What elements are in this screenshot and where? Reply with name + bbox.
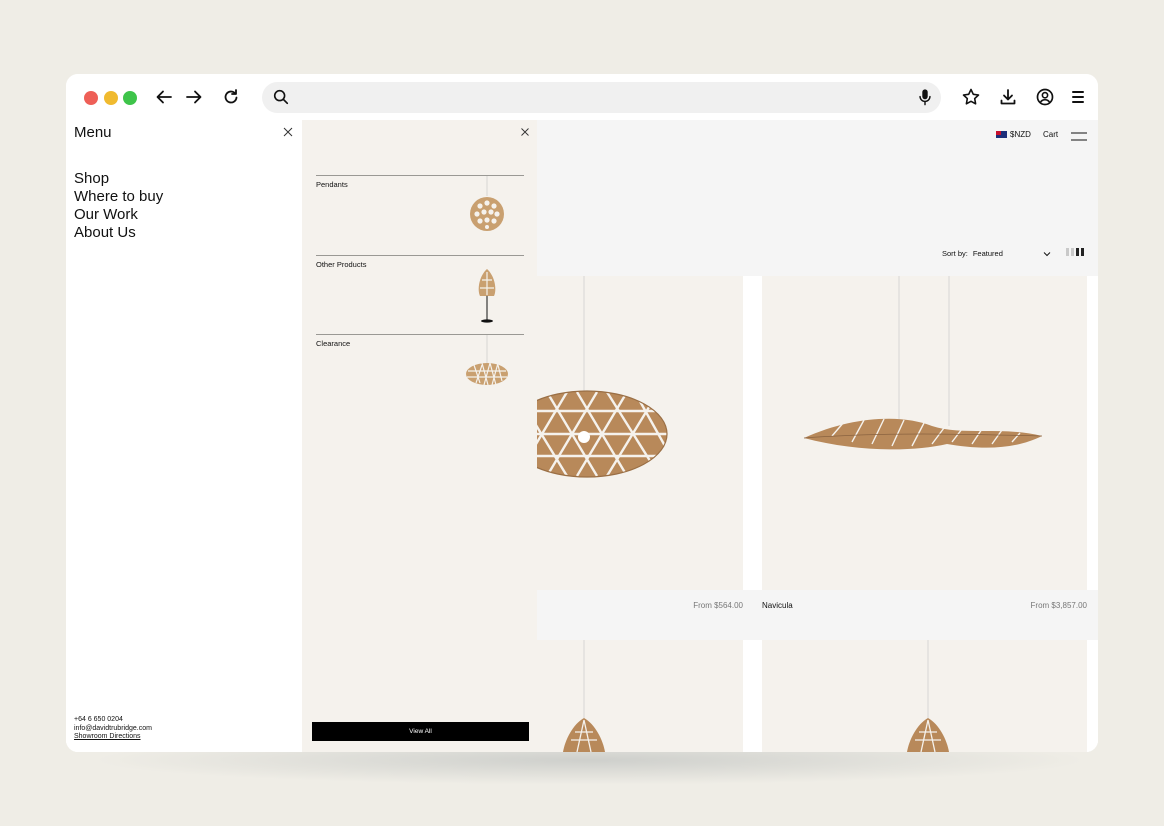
- submenu-panel: Pendants Other Products Clearance View A…: [302, 120, 537, 752]
- submenu-item-other-products[interactable]: Other Products: [316, 255, 524, 335]
- close-icon[interactable]: [282, 126, 294, 138]
- arrow-right-icon: [186, 90, 202, 104]
- submenu-item-label: Pendants: [316, 180, 348, 189]
- arrow-left-icon: [156, 90, 172, 104]
- sort-label: Sort by:: [942, 249, 968, 258]
- grid-view-toggle[interactable]: [1066, 248, 1087, 257]
- product-image[interactable]: [537, 276, 743, 590]
- page-content: Menu Shop Where to buy Our Work About Us…: [66, 120, 1098, 752]
- pendant-lamp-thumbnail: [470, 176, 504, 231]
- submenu-item-label: Clearance: [316, 339, 351, 348]
- view-all-button[interactable]: View All: [312, 722, 529, 741]
- menu-item-our-work[interactable]: Our Work: [74, 206, 163, 224]
- close-icon[interactable]: [520, 127, 530, 137]
- shop-header: $NZD Cart Sort by: Featured: [537, 120, 1098, 276]
- grid-small-icon[interactable]: [1071, 248, 1074, 256]
- chevron-down-icon[interactable]: [1043, 251, 1051, 257]
- reload-icon: [224, 89, 238, 104]
- menu-title: Menu: [74, 124, 112, 141]
- pendant-lamp-image: [563, 640, 605, 752]
- bookmark-button[interactable]: [960, 86, 982, 108]
- microphone-icon[interactable]: [917, 88, 933, 106]
- grid-small-icon[interactable]: [1066, 248, 1069, 256]
- download-icon: [1000, 89, 1016, 105]
- downloads-button[interactable]: [997, 86, 1019, 108]
- product-info-band: [537, 590, 1098, 640]
- navicula-lamp-image: [803, 276, 1043, 450]
- product-image[interactable]: [537, 640, 743, 752]
- menu-item-about-us[interactable]: About Us: [74, 224, 163, 242]
- product-price: From $3,857.00: [1030, 601, 1087, 610]
- grid-large-icon[interactable]: [1076, 248, 1079, 256]
- menu-item-where-to-buy[interactable]: Where to buy: [74, 188, 163, 206]
- submenu-item-label: Other Products: [316, 260, 367, 269]
- kina-lamp-image: [537, 276, 668, 478]
- product-image[interactable]: [762, 276, 1087, 590]
- account-icon: [1036, 88, 1054, 106]
- menu-item-shop[interactable]: Shop: [74, 170, 163, 188]
- url-input[interactable]: [298, 82, 908, 113]
- submenu-item-pendants[interactable]: Pendants: [316, 175, 524, 255]
- email-link[interactable]: info@davidtrubridge.com: [74, 725, 152, 734]
- pendant-lamp-image: [907, 640, 949, 752]
- shop-area: $NZD Cart Sort by: Featured From $564.00…: [537, 120, 1098, 752]
- showroom-directions-link[interactable]: Showroom Directions: [74, 733, 152, 742]
- product-image[interactable]: [762, 640, 1087, 752]
- currency-selector[interactable]: $NZD: [996, 130, 1031, 139]
- minimize-window-button[interactable]: [104, 91, 118, 105]
- product-price: From $564.00: [693, 601, 743, 610]
- sort-select[interactable]: Featured: [973, 249, 1043, 258]
- star-icon: [962, 88, 980, 105]
- cart-link[interactable]: Cart: [1043, 130, 1058, 139]
- product-name[interactable]: Navicula: [762, 601, 793, 610]
- reload-button[interactable]: [220, 86, 242, 108]
- browser-toolbar: [66, 74, 1098, 120]
- contact-info: +64 6 650 0204 info@davidtrubridge.com S…: [74, 716, 152, 742]
- phone-link[interactable]: +64 6 650 0204: [74, 716, 152, 725]
- menu-panel: Menu Shop Where to buy Our Work About Us…: [66, 120, 302, 752]
- browser-menu-button[interactable]: [1067, 86, 1089, 108]
- clearance-lamp-thumbnail: [466, 335, 508, 386]
- search-icon: [273, 89, 289, 105]
- menu-icon: [1072, 91, 1084, 103]
- sort-control: Sort by: Featured: [942, 249, 1051, 258]
- address-bar[interactable]: [262, 82, 941, 113]
- currency-label: $NZD: [1010, 130, 1031, 139]
- hamburger-menu-icon[interactable]: [1071, 132, 1087, 141]
- table-lamp-thumbnail: [478, 269, 496, 323]
- menu-list: Shop Where to buy Our Work About Us: [74, 170, 163, 242]
- submenu-item-clearance[interactable]: Clearance: [316, 334, 524, 414]
- account-button[interactable]: [1034, 86, 1056, 108]
- close-window-button[interactable]: [84, 91, 98, 105]
- forward-button[interactable]: [183, 86, 205, 108]
- back-button[interactable]: [153, 86, 175, 108]
- maximize-window-button[interactable]: [123, 91, 137, 105]
- nz-flag-icon: [996, 131, 1007, 138]
- grid-large-icon[interactable]: [1081, 248, 1084, 256]
- browser-window: Menu Shop Where to buy Our Work About Us…: [66, 74, 1098, 752]
